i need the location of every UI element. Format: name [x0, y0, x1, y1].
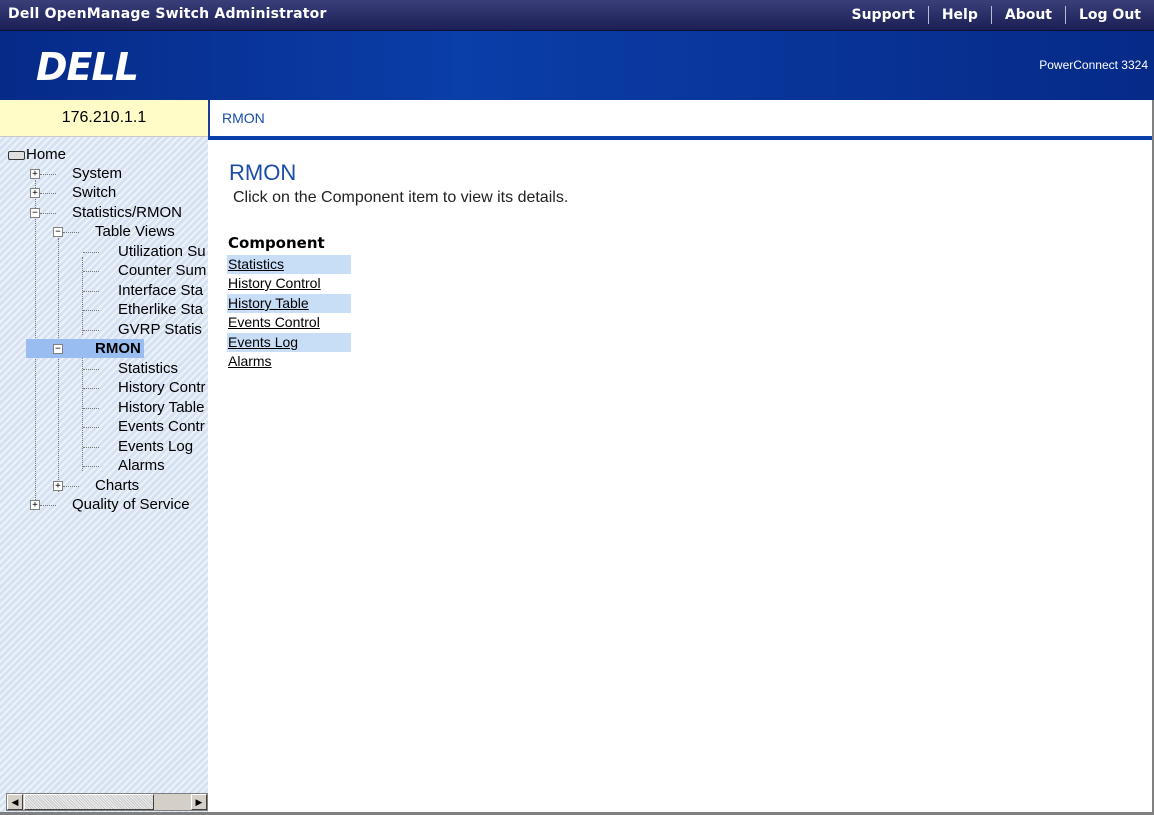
tree-line — [58, 238, 59, 492]
breadcrumb: RMON — [222, 110, 265, 126]
device-ip-cell: 176.210.1.1 — [0, 100, 208, 137]
page-description: Click on the Component item to view its … — [233, 189, 569, 206]
tree-line — [40, 174, 56, 175]
tree-line — [40, 505, 56, 506]
tree-item-rmon-statistics[interactable]: Statistics — [118, 359, 178, 378]
tree-item-interface-statistics[interactable]: Interface Sta — [118, 281, 203, 300]
header-divider — [208, 136, 1154, 140]
horizontal-scrollbar[interactable]: ◀ ▶ — [6, 793, 208, 811]
history-control-link[interactable]: History Control — [228, 275, 321, 291]
tree-line — [82, 257, 83, 335]
about-link[interactable]: About — [990, 6, 1065, 24]
tree-line — [83, 252, 99, 253]
component-row: Alarms — [227, 352, 351, 371]
tree-line — [40, 193, 56, 194]
page-title: RMON — [229, 160, 297, 185]
scroll-left-icon[interactable]: ◀ — [7, 794, 23, 810]
tree-line — [63, 232, 79, 233]
tree-line — [83, 408, 99, 409]
tree-line — [83, 310, 99, 311]
collapse-minus-icon[interactable]: − — [30, 208, 40, 218]
banner: DELL PowerConnect 3324 — [0, 31, 1154, 100]
scrollbar-thumb[interactable] — [24, 794, 154, 810]
tree-line — [63, 486, 79, 487]
tree-item-history-control[interactable]: History Contr — [118, 378, 206, 397]
tree-line — [83, 369, 99, 370]
tree-item-etherlike-statistics[interactable]: Etherlike Sta — [118, 300, 203, 319]
component-row: History Control — [227, 274, 351, 293]
tree-item-history-table[interactable]: History Table — [118, 398, 204, 417]
tree-item-statistics-rmon[interactable]: Statistics/RMON — [72, 203, 182, 222]
statistics-link[interactable]: Statistics — [228, 256, 284, 272]
events-log-link[interactable]: Events Log — [228, 334, 298, 350]
tree-item-home[interactable]: Home — [8, 145, 66, 164]
tree-item-charts[interactable]: Charts — [95, 476, 139, 495]
alarms-link[interactable]: Alarms — [228, 353, 272, 369]
tree-line — [83, 447, 99, 448]
nav-tree: Home + System + Switch − Statistics/RMON… — [0, 137, 208, 815]
product-name: PowerConnect 3324 — [1039, 58, 1148, 72]
component-row: Statistics — [227, 255, 351, 274]
tree-line — [83, 388, 99, 389]
drive-icon — [8, 150, 25, 160]
tree-item-system[interactable]: System — [72, 164, 122, 183]
tree-item-counter-summary[interactable]: Counter Sum — [118, 261, 206, 280]
component-row: Events Control — [227, 313, 351, 332]
tree-item-gvrp-statistics[interactable]: GVRP Statis — [118, 320, 202, 339]
tree-line — [40, 213, 56, 214]
expand-plus-icon[interactable]: + — [53, 481, 63, 491]
tree-line — [83, 291, 99, 292]
tree-label: Home — [26, 146, 67, 163]
expand-plus-icon[interactable]: + — [30, 188, 40, 198]
top-nav: Support Help About Log Out — [839, 0, 1154, 30]
history-table-link[interactable]: History Table — [228, 295, 309, 311]
support-link[interactable]: Support — [839, 6, 928, 24]
tree-item-switch[interactable]: Switch — [72, 183, 116, 202]
top-bar: Dell OpenManage Switch Administrator Sup… — [0, 0, 1154, 31]
help-link[interactable]: Help — [927, 6, 991, 24]
tree-line — [83, 427, 99, 428]
tree-item-events-log[interactable]: Events Log — [118, 437, 193, 456]
device-ip: 176.210.1.1 — [61, 109, 147, 126]
logout-link[interactable]: Log Out — [1065, 6, 1154, 24]
component-row: History Table — [227, 294, 351, 313]
dell-logo: DELL — [36, 45, 139, 89]
events-control-link[interactable]: Events Control — [228, 314, 320, 330]
breadcrumb-bar: RMON — [208, 100, 1154, 136]
component-row: Events Log — [227, 333, 351, 352]
expand-plus-icon[interactable]: + — [30, 500, 40, 510]
tree-line — [83, 330, 99, 331]
collapse-minus-icon[interactable]: − — [53, 227, 63, 237]
expand-plus-icon[interactable]: + — [30, 169, 40, 179]
scroll-right-icon[interactable]: ▶ — [191, 794, 207, 810]
tree-line — [83, 271, 99, 272]
component-header: Component — [228, 234, 325, 252]
tree-item-quality-of-service[interactable]: Quality of Service — [72, 495, 190, 514]
tree-label: RMON — [95, 340, 141, 357]
tree-line — [83, 466, 99, 467]
tree-line — [82, 354, 83, 471]
app-title: Dell OpenManage Switch Administrator — [8, 6, 327, 22]
tree-item-events-control[interactable]: Events Contr — [118, 417, 205, 436]
tree-item-rmon-selected[interactable]: RMON — [26, 339, 144, 358]
app-window: Dell OpenManage Switch Administrator Sup… — [0, 0, 1154, 815]
tree-item-utilization[interactable]: Utilization Su — [118, 242, 206, 261]
tree-item-alarms[interactable]: Alarms — [118, 456, 165, 475]
collapse-minus-icon[interactable]: − — [53, 344, 63, 354]
tree-item-table-views[interactable]: Table Views — [95, 222, 175, 241]
